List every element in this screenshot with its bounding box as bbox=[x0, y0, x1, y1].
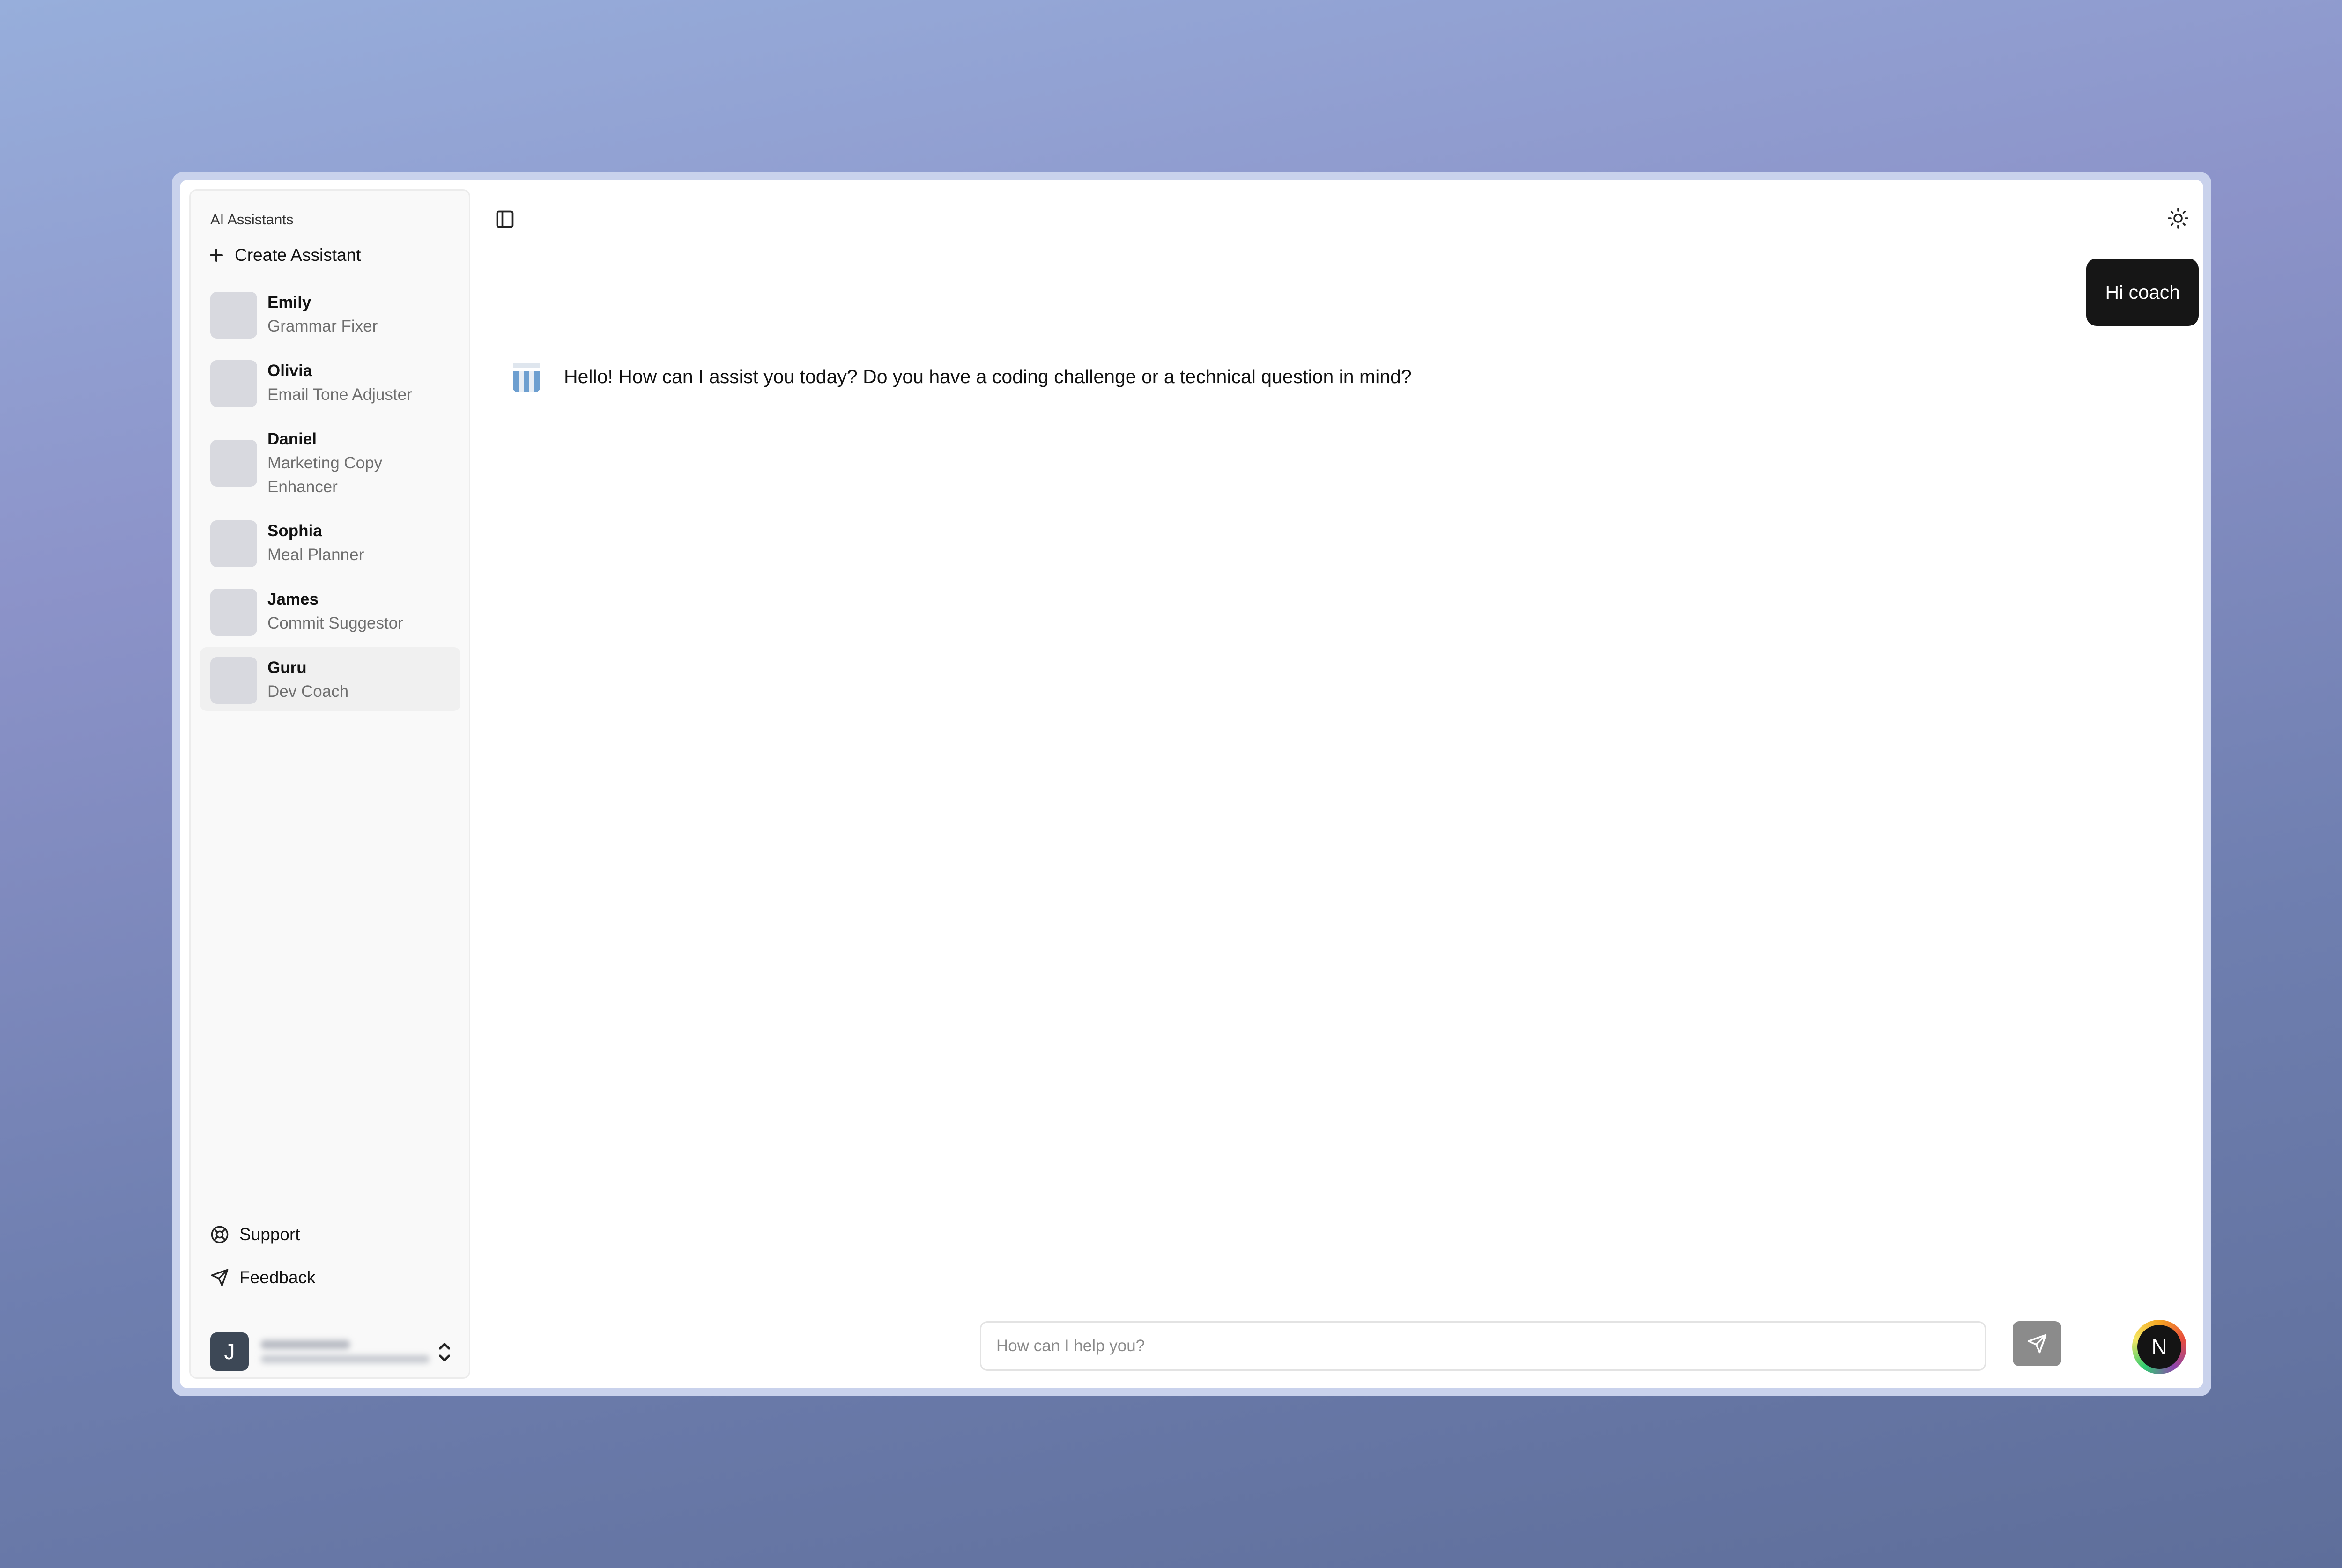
assistant-role: Commit Suggestor bbox=[267, 614, 403, 632]
user-avatar: J bbox=[210, 1332, 249, 1371]
chevron-up-down-icon bbox=[439, 1343, 450, 1361]
send-icon bbox=[2027, 1334, 2047, 1354]
chat-panel: Hi coach Hello! How can I assist you tod… bbox=[480, 180, 2203, 1388]
user-menu[interactable]: J bbox=[210, 1332, 454, 1371]
assistant-name: Guru bbox=[267, 658, 307, 677]
sun-icon[interactable] bbox=[2167, 207, 2189, 229]
user-message-bubble: Hi coach bbox=[2086, 259, 2199, 326]
lifebuoy-icon bbox=[211, 1226, 229, 1243]
assistant-name: Olivia bbox=[267, 362, 312, 380]
dev-tools-badge[interactable]: N bbox=[2132, 1320, 2186, 1374]
assistant-item-olivia[interactable]: Olivia Email Tone Adjuster bbox=[200, 350, 460, 414]
support-label: Support bbox=[239, 1225, 300, 1244]
assistant-message: Hello! How can I assist you today? Do yo… bbox=[508, 358, 1412, 395]
assistant-role: Email Tone Adjuster bbox=[267, 385, 412, 404]
send-button[interactable] bbox=[2013, 1321, 2061, 1366]
assistant-avatar bbox=[210, 292, 257, 339]
assistant-avatar bbox=[210, 440, 257, 487]
assistant-item-sophia[interactable]: Sophia Meal Planner bbox=[200, 510, 460, 574]
assistant-message-text: Hello! How can I assist you today? Do yo… bbox=[564, 365, 1412, 387]
assistant-avatar bbox=[210, 589, 257, 636]
user-info-redacted bbox=[261, 1340, 430, 1363]
create-assistant-button[interactable]: Create Assistant bbox=[208, 242, 361, 268]
sidebar: AI Assistants Create Assistant Emily Gra… bbox=[189, 189, 470, 1379]
assistant-avatar bbox=[210, 520, 257, 567]
assistant-avatar bbox=[210, 360, 257, 407]
sidebar-panel-icon[interactable] bbox=[495, 209, 515, 229]
assistant-item-daniel[interactable]: Daniel Marketing Copy Enhancer bbox=[200, 419, 460, 506]
sidebar-title: AI Assistants bbox=[210, 211, 294, 228]
assistant-role: Grammar Fixer bbox=[267, 317, 378, 335]
assistant-item-james[interactable]: James Commit Suggestor bbox=[200, 579, 460, 643]
feedback-label: Feedback bbox=[239, 1268, 316, 1287]
plus-icon bbox=[208, 247, 224, 263]
assistant-name: Daniel bbox=[267, 430, 317, 448]
assistant-name: Sophia bbox=[267, 522, 322, 540]
app-window: AI Assistants Create Assistant Emily Gra… bbox=[172, 172, 2211, 1396]
feedback-link[interactable]: Feedback bbox=[210, 1268, 316, 1287]
app-frame: AI Assistants Create Assistant Emily Gra… bbox=[180, 180, 2203, 1388]
assistant-avatar-icon bbox=[508, 358, 545, 395]
assistant-list: Emily Grammar Fixer Olivia Email Tone Ad… bbox=[200, 282, 460, 716]
assistant-role: Meal Planner bbox=[267, 546, 364, 564]
support-link[interactable]: Support bbox=[210, 1225, 300, 1244]
assistant-role: Marketing Copy Enhancer bbox=[267, 454, 383, 496]
assistant-item-emily[interactable]: Emily Grammar Fixer bbox=[200, 282, 460, 346]
message-input[interactable] bbox=[980, 1321, 1986, 1371]
create-assistant-label: Create Assistant bbox=[235, 245, 361, 265]
assistant-item-guru[interactable]: Guru Dev Coach bbox=[200, 647, 460, 711]
send-icon bbox=[211, 1269, 229, 1287]
badge-letter: N bbox=[2137, 1325, 2181, 1369]
assistant-avatar bbox=[210, 657, 257, 704]
assistant-name: Emily bbox=[267, 293, 311, 311]
assistant-name: James bbox=[267, 590, 319, 608]
assistant-role: Dev Coach bbox=[267, 682, 349, 701]
